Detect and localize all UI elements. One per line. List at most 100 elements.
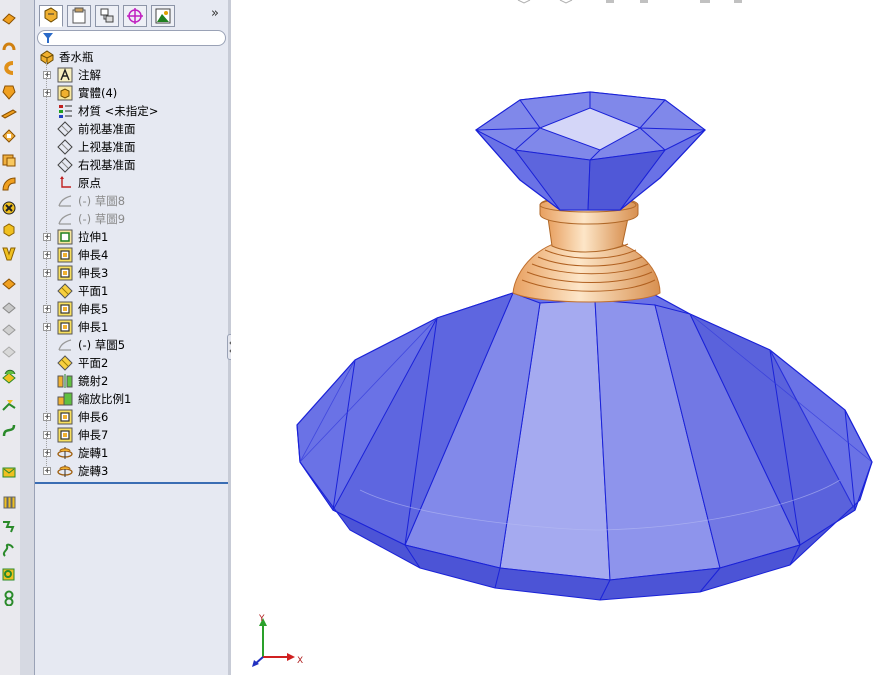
rib-icon[interactable]: [1, 246, 17, 262]
expand-toggle[interactable]: +: [43, 449, 51, 457]
boss-extrude-icon: [57, 301, 73, 317]
tree-item[interactable]: 鏡射2: [35, 372, 229, 390]
extruded-cut-icon[interactable]: [1, 128, 17, 144]
tree-item-label: 平面2: [78, 356, 109, 370]
revolved-cut-icon[interactable]: [1, 176, 17, 192]
more-tabs-button[interactable]: »: [211, 6, 225, 22]
boss-extrude-icon: [57, 319, 73, 335]
split-line-icon[interactable]: [1, 566, 17, 582]
dome-icon[interactable]: [1, 322, 17, 338]
tree-item[interactable]: + 旋轉1: [35, 444, 229, 462]
tree-item[interactable]: (-) 草圖9: [35, 210, 229, 228]
revolve-icon: [57, 447, 73, 459]
tree-item[interactable]: (-) 草圖8: [35, 192, 229, 210]
expand-toggle[interactable]: +: [43, 431, 51, 439]
tree-item[interactable]: 平面2: [35, 354, 229, 372]
tree-item[interactable]: + 伸長4: [35, 246, 229, 264]
tree-item[interactable]: + 拉伸1: [35, 228, 229, 246]
expand-toggle[interactable]: +: [43, 89, 51, 97]
revolve-icon: [57, 465, 73, 477]
wrap-icon[interactable]: [1, 344, 17, 360]
tree-item-label: 原点: [78, 176, 101, 190]
tree-item-label: 旋轉3: [78, 464, 109, 478]
configuration-manager-tab[interactable]: [95, 5, 119, 27]
bottle-neck-thread[interactable]: [512, 195, 661, 303]
heads-up-toolbar[interactable]: [517, 0, 742, 4]
tree-item[interactable]: + 旋轉3: [35, 462, 229, 480]
property-manager-tab[interactable]: [67, 5, 91, 27]
revolved-boss-icon[interactable]: [1, 38, 17, 54]
composite-curve-icon[interactable]: [1, 590, 17, 606]
property-manager-icon: [72, 7, 86, 24]
tree-item[interactable]: + 伸長7: [35, 426, 229, 444]
expand-toggle[interactable]: +: [43, 233, 51, 241]
tree-item[interactable]: 縮放比例1: [35, 390, 229, 408]
mirror-icon: [57, 374, 73, 388]
circular-pattern-icon[interactable]: [1, 494, 17, 510]
sketch-icon: [58, 339, 72, 351]
rollback-bar[interactable]: [35, 482, 228, 484]
expand-toggle[interactable]: +: [43, 323, 51, 331]
expand-toggle[interactable]: +: [43, 269, 51, 277]
tree-item[interactable]: 前视基准面: [35, 120, 229, 138]
tree-item-label: 拉伸1: [78, 230, 109, 244]
perfume-bottle-model[interactable]: [231, 0, 896, 675]
tree-item-label: 注解: [78, 68, 101, 82]
tree-item[interactable]: + 注解: [35, 66, 229, 84]
tree-item[interactable]: 平面1: [35, 282, 229, 300]
tree-item-label: 材質 <未指定>: [78, 104, 159, 118]
tree-guide-line: [46, 62, 47, 472]
tree-item-label: 縮放比例1: [78, 392, 132, 406]
scale-icon: [57, 392, 73, 406]
tree-item-label: 平面1: [78, 284, 109, 298]
intersect-icon[interactable]: [1, 368, 17, 384]
curves-icon[interactable]: [1, 422, 17, 438]
graphics-area[interactable]: Y X: [231, 0, 896, 675]
expand-toggle[interactable]: +: [43, 251, 51, 259]
dimxpert-icon: [127, 8, 143, 24]
tree-item[interactable]: + 實體(4): [35, 84, 229, 102]
tree-item[interactable]: 上视基准面: [35, 138, 229, 156]
shell-icon[interactable]: [1, 276, 17, 292]
tree-item[interactable]: 材質 <未指定>: [35, 102, 229, 120]
linear-pattern-icon[interactable]: [1, 464, 17, 480]
bottle-body[interactable]: [296, 292, 873, 601]
chamfer-icon[interactable]: [1, 222, 17, 238]
dimxpert-tab[interactable]: [123, 5, 147, 27]
tree-item[interactable]: + 伸長3: [35, 264, 229, 282]
expand-toggle[interactable]: +: [43, 71, 51, 79]
feature-manager-tab[interactable]: [39, 5, 63, 27]
boundary-boss-icon[interactable]: [1, 106, 17, 122]
expand-toggle[interactable]: +: [43, 467, 51, 475]
draft-icon[interactable]: [1, 300, 17, 316]
panel-tabs: »: [37, 3, 227, 29]
mirror-feature-icon[interactable]: [1, 518, 17, 534]
swept-boss-icon[interactable]: [1, 60, 17, 76]
tree-item[interactable]: 右视基准面: [35, 156, 229, 174]
lofted-boss-icon[interactable]: [1, 84, 17, 100]
plane-icon: [57, 139, 73, 155]
hole-wizard-icon[interactable]: [1, 152, 17, 168]
reference-triad: Y X: [252, 614, 303, 667]
helix-icon[interactable]: [1, 542, 17, 558]
expand-toggle[interactable]: +: [43, 305, 51, 313]
tree-item-label: (-) 草圖8: [78, 194, 126, 208]
expand-toggle[interactable]: +: [43, 413, 51, 421]
feature-manager-icon: [44, 7, 58, 23]
panel-grip-strip: [20, 0, 35, 675]
bottle-stopper[interactable]: [475, 91, 706, 211]
boss-extrude-icon: [57, 427, 73, 443]
reference-geometry-icon[interactable]: [1, 398, 17, 414]
tree-filter-input[interactable]: [37, 30, 226, 46]
tree-item[interactable]: + 伸長5: [35, 300, 229, 318]
tree-item[interactable]: + 伸長6: [35, 408, 229, 426]
display-manager-tab[interactable]: [151, 5, 175, 27]
tree-item[interactable]: 原点: [35, 174, 229, 192]
extruded-boss-icon[interactable]: [1, 10, 17, 26]
tree-item[interactable]: + 伸長1: [35, 318, 229, 336]
tree-root-part[interactable]: 香水瓶: [35, 48, 229, 66]
tree-item[interactable]: (-) 草圖5: [35, 336, 229, 354]
boss-extrude-icon: [57, 247, 73, 263]
fillet-icon[interactable]: [1, 200, 17, 216]
tree-item-label: (-) 草圖5: [78, 338, 126, 352]
